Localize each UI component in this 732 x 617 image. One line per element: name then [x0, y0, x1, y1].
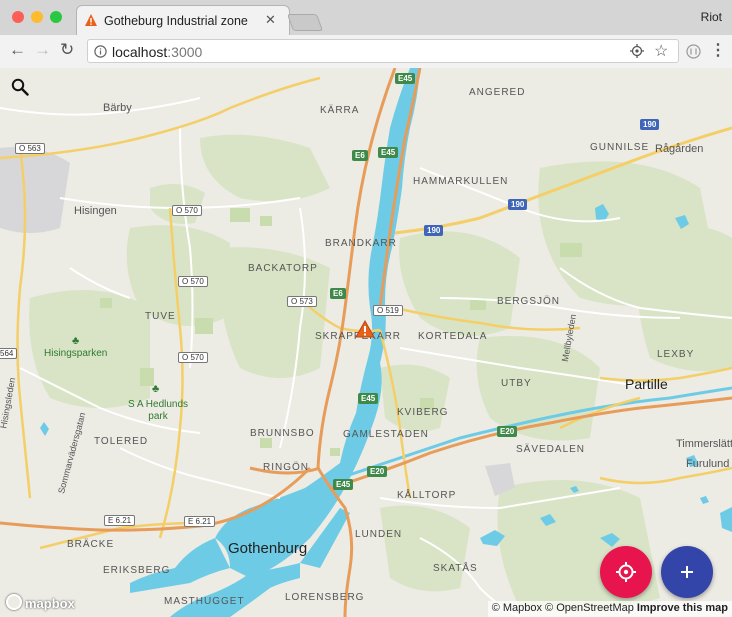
district-label: ERIKSBERG [103, 565, 171, 576]
district-label: MASTHUGGET [164, 596, 245, 607]
place-label: Furulund [686, 458, 730, 470]
mapbox-logo[interactable]: mapbox [6, 594, 75, 611]
mapbox-logo-text: mapbox [25, 596, 75, 611]
route-number: 564 [0, 348, 18, 359]
route-number: O 519 [373, 305, 403, 316]
shield-e20: E20 [367, 466, 388, 477]
bookmark-star-icon[interactable]: ☆ [654, 41, 668, 61]
district-label: UTBY [501, 378, 532, 389]
tab-title: Gotheburg Industrial zone [104, 14, 248, 28]
route-number: E 6.21 [184, 516, 216, 527]
new-tab-button[interactable] [286, 14, 324, 31]
maximize-window-icon[interactable] [50, 11, 62, 23]
mapbox-logo-icon [6, 594, 22, 610]
map-canvas[interactable]: E45 E6 E45 E6 E45 E45 E20 E20 190 190 19… [0, 68, 732, 617]
shield-e45: E45 [333, 479, 354, 490]
improve-map-link[interactable]: Improve this map [637, 602, 728, 614]
district-label: TUVE [145, 311, 176, 322]
close-window-icon[interactable] [12, 11, 24, 23]
minimize-window-icon[interactable] [31, 11, 43, 23]
add-button[interactable] [661, 546, 713, 598]
url-host: localhost [112, 44, 168, 60]
park-label-line2: park [148, 411, 168, 422]
district-label: KVIBERG [397, 407, 449, 418]
back-icon[interactable]: ← [9, 40, 26, 60]
place-label: Timmerslätt [676, 438, 732, 450]
district-label: HAMMARKULLEN [413, 176, 509, 187]
reload-icon[interactable]: ↻ [60, 40, 74, 60]
district-label: SÄVEDALEN [516, 444, 586, 455]
district-label: GUNNILSE [590, 142, 650, 153]
district-label: BRANDKARR [325, 238, 397, 249]
shield-190: 190 [640, 119, 660, 130]
park-label: S A Hedlunds park [128, 399, 188, 423]
shield-e6: E6 [330, 288, 346, 299]
address-bar[interactable]: localhost:3000 ☆ [87, 39, 679, 63]
district-label: BERGSJÖN [497, 296, 561, 307]
park-label-line1: S A Hedlunds [128, 399, 189, 410]
shield-e45: E45 [358, 393, 379, 404]
shield-190: 190 [508, 199, 528, 210]
district-label: GAMLESTADEN [343, 429, 429, 440]
tree-icon: ♣ [152, 383, 160, 395]
place-label: Rågården [655, 143, 704, 155]
browser-chrome: Gotheburg Industrial zone ✕ Riot ← → ↻ l… [0, 0, 732, 68]
shield-e20: E20 [497, 426, 518, 437]
info-icon [94, 45, 107, 58]
crosshair-icon [616, 562, 636, 582]
route-number: O 570 [178, 352, 208, 363]
shield-e6: E6 [352, 150, 368, 161]
search-icon[interactable] [11, 78, 29, 96]
district-label: KORTEDALA [418, 331, 488, 342]
district-label: BRÄCKE [67, 539, 115, 550]
park-label: Hisingsparken [44, 348, 108, 359]
warning-marker-icon[interactable] [355, 320, 375, 338]
district-label: KÅLLTORP [397, 490, 457, 501]
district-label: LUNDEN [355, 529, 403, 540]
city-label-gothenburg: Gothenburg [228, 540, 308, 557]
browser-toolbar: ← → ↻ localhost:3000 ☆ ⋮ [0, 35, 732, 68]
district-label: KÄRRA [320, 105, 360, 116]
map-attribution: © Mapbox © OpenStreetMap Improve this ma… [487, 601, 732, 617]
route-number: O 570 [178, 276, 208, 287]
district-label: TOLERED [94, 436, 149, 447]
tab-close-icon[interactable]: ✕ [265, 12, 276, 28]
shield-190: 190 [424, 225, 444, 236]
tab-active[interactable]: Gotheburg Industrial zone ✕ [76, 5, 290, 35]
location-target-icon[interactable] [630, 44, 644, 58]
profile-name[interactable]: Riot [701, 10, 722, 24]
plus-icon [681, 566, 693, 578]
district-label: ANGERED [469, 87, 526, 98]
tree-icon: ♣ [72, 335, 80, 347]
place-label: Hisingen [74, 205, 117, 217]
url-port: :3000 [167, 44, 203, 60]
district-label: BRUNNSBO [250, 428, 315, 439]
place-label-partille: Partille [625, 376, 668, 392]
forward-icon[interactable]: → [34, 40, 51, 60]
route-number: O 573 [287, 296, 317, 307]
url-text: localhost:3000 [112, 44, 202, 60]
warning-favicon-icon [85, 14, 97, 26]
shield-e45: E45 [395, 73, 416, 84]
route-number: E 6.21 [104, 515, 136, 526]
route-number: O 563 [15, 143, 45, 154]
district-label: SKATÅS [433, 563, 478, 574]
district-label: LORENSBERG [285, 592, 365, 603]
menu-icon[interactable]: ⋮ [710, 40, 726, 60]
place-label: Bärby [103, 102, 132, 114]
locate-me-button[interactable] [600, 546, 652, 598]
district-label: LEXBY [657, 349, 695, 360]
attribution-text[interactable]: © Mapbox © OpenStreetMap [492, 602, 634, 614]
extension-icon[interactable] [686, 44, 701, 59]
route-number: O 570 [172, 205, 202, 216]
district-label: BACKATORP [248, 263, 318, 274]
tab-strip: Gotheburg Industrial zone ✕ Riot [0, 0, 732, 35]
district-label: RINGÖN [263, 462, 309, 473]
shield-e45: E45 [378, 147, 399, 158]
